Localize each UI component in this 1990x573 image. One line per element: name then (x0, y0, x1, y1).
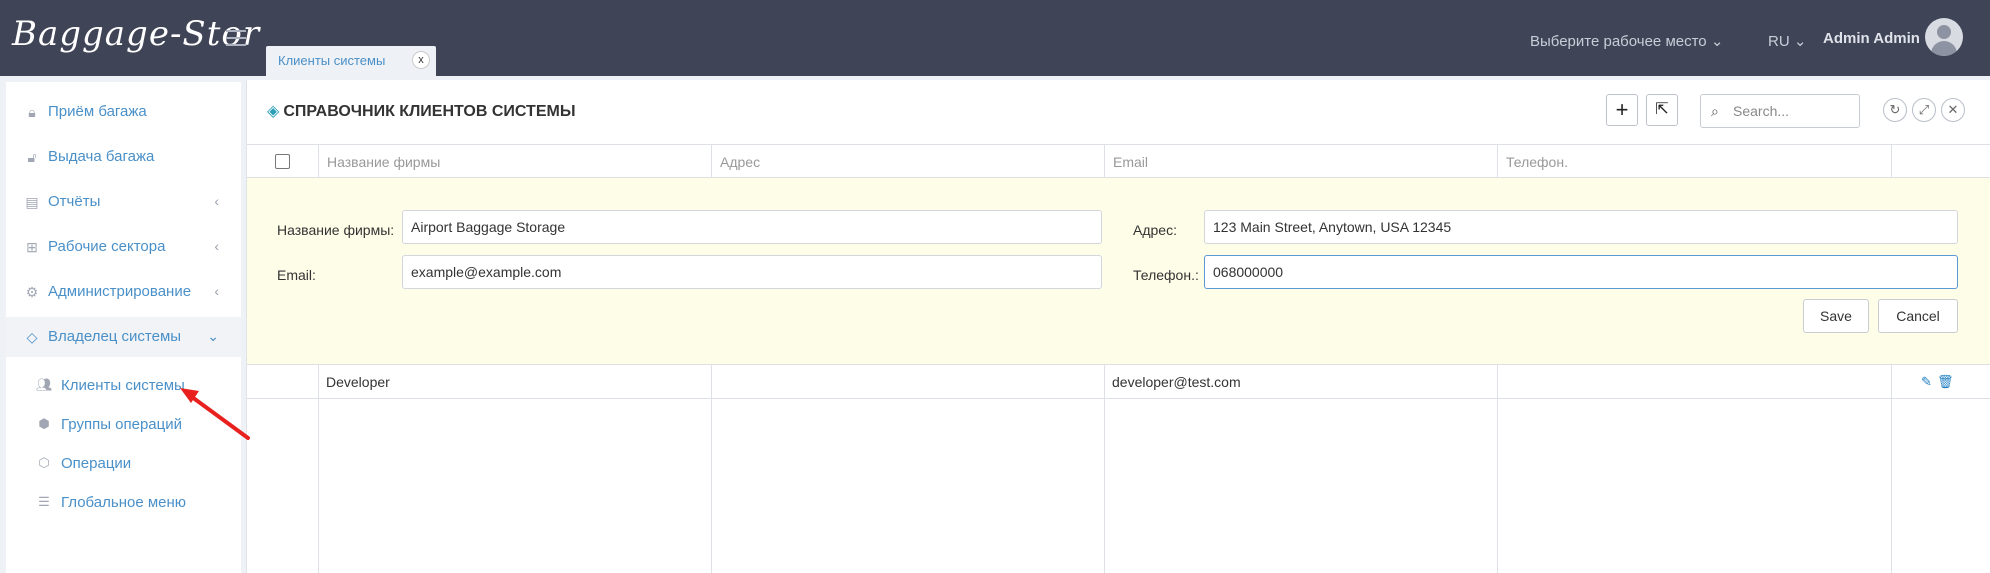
annotation-arrow (180, 388, 250, 440)
